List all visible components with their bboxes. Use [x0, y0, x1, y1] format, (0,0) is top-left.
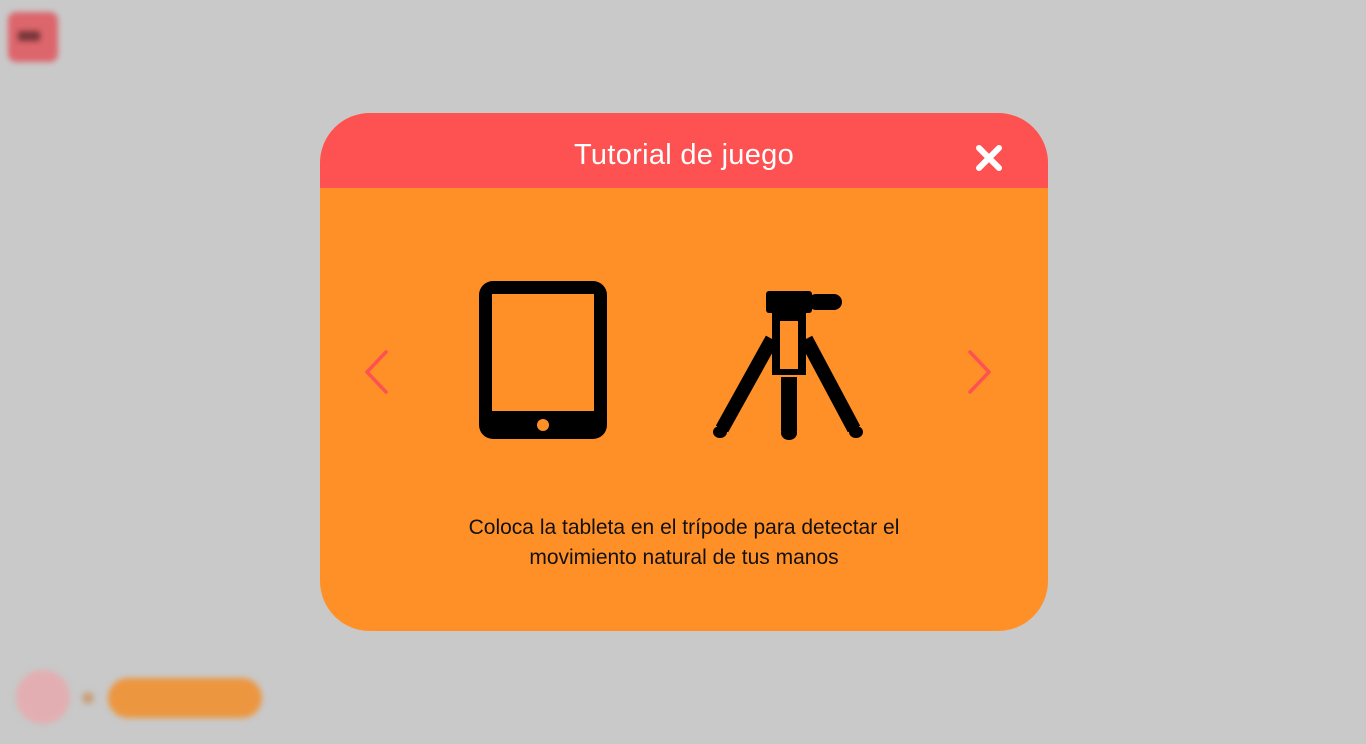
tripod-icon: [713, 291, 863, 440]
caption-line-1: Coloca la tableta en el trípode para det…: [468, 516, 900, 539]
page: Tutorial de juego Coloca la tableta en e…: [0, 0, 1366, 744]
tablet-icon: [479, 281, 607, 439]
timer-button[interactable]: [16, 670, 70, 724]
action-pill-button[interactable]: [108, 678, 262, 718]
previous-slide-button[interactable]: [362, 349, 392, 395]
next-slide-button[interactable]: [964, 349, 994, 395]
tutorial-modal: Tutorial de juego Coloca la tableta en e…: [320, 113, 1048, 631]
chevron-left-icon: [365, 350, 388, 394]
caption-line-2: movimiento natural de tus manos: [529, 546, 839, 569]
modal-title: Tutorial de juego: [573, 139, 795, 171]
slide-caption: Coloca la tableta en el trípode para det…: [404, 513, 964, 573]
close-icon: [976, 145, 1002, 171]
chevron-right-icon: [968, 350, 991, 394]
back-button[interactable]: [8, 12, 58, 62]
back-arrow-icon: [18, 31, 40, 41]
status-dot: [82, 692, 94, 704]
close-button[interactable]: [974, 143, 1004, 173]
